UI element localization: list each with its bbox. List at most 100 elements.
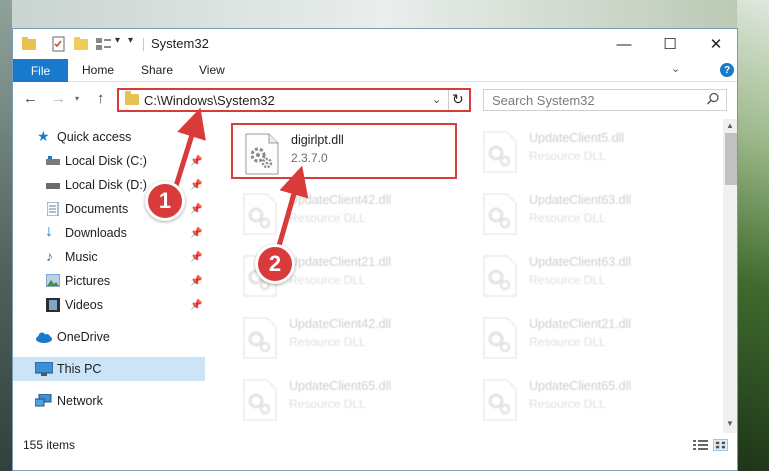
refresh-icon[interactable]: ↻ <box>452 91 464 108</box>
navigation-pane: ★ Quick access Local Disk (C:) 📌 Local D… <box>13 119 209 433</box>
maximize-button[interactable]: ☐ <box>647 29 693 59</box>
new-folder-icon[interactable] <box>73 36 89 52</box>
sidebar-item-label: Local Disk (D:) <box>65 178 147 192</box>
sidebar-item-label: Local Disk (C:) <box>65 154 147 168</box>
file-item-digirlpt-dll[interactable]: digirlpt.dll 2.3.7.0 <box>231 123 457 179</box>
file-type: Resource DLL <box>289 335 366 349</box>
sidebar-item-label: This PC <box>57 362 102 376</box>
address-bar[interactable]: C:\Windows\System32 ⌄ ↻ <box>117 88 471 112</box>
desktop-wallpaper-right <box>737 0 769 471</box>
pin-icon[interactable]: 📌 <box>190 252 202 263</box>
pictures-icon <box>46 274 60 287</box>
dll-file-icon <box>243 317 277 359</box>
pin-icon[interactable]: 📌 <box>190 228 202 239</box>
file-explorer-window: ▾ ▾ System32 — ☐ ✕ File Home Share View … <box>12 28 738 471</box>
dll-file-icon <box>245 133 279 175</box>
dll-file-icon <box>243 193 277 235</box>
file-type: Resource DLL <box>529 149 606 163</box>
scroll-up-icon[interactable]: ▲ <box>726 121 734 130</box>
file-item[interactable]: UpdateClient65.dll Resource DLL <box>231 371 457 427</box>
title-separator <box>143 38 144 51</box>
file-type: Resource DLL <box>289 397 366 411</box>
sidebar-item-local-disk-c[interactable]: Local Disk (C:) 📌 <box>13 149 205 173</box>
music-icon: ♪ <box>46 248 53 264</box>
pin-icon[interactable]: 📌 <box>190 276 202 287</box>
quick-access-down-icon[interactable]: ▾ <box>128 35 133 46</box>
file-item[interactable]: UpdateClient63.dll Resource DLL <box>471 247 697 303</box>
back-arrow-icon[interactable]: ← <box>23 90 38 107</box>
minimize-button[interactable]: — <box>601 29 647 59</box>
file-name: UpdateClient63.dll <box>529 193 632 207</box>
up-arrow-icon[interactable]: ↑ <box>97 90 105 107</box>
help-icon[interactable]: ? <box>720 63 734 77</box>
pin-icon[interactable]: 📌 <box>190 156 202 167</box>
properties-icon[interactable] <box>51 36 67 52</box>
search-icon[interactable] <box>706 92 720 106</box>
file-version: 2.3.7.0 <box>291 151 328 165</box>
download-icon: ↓ <box>45 223 53 240</box>
dll-file-icon <box>483 379 517 421</box>
tab-view[interactable]: View <box>199 63 225 77</box>
pin-icon[interactable]: 📌 <box>190 300 202 311</box>
navigation-bar: ← → ▾ ↑ C:\Windows\System32 ⌄ ↻ Search S… <box>13 84 737 116</box>
file-item[interactable]: UpdateClient42.dll Resource DLL <box>231 309 457 365</box>
folder-icon <box>125 91 139 105</box>
sidebar-item-music[interactable]: ♪ Music 📌 <box>13 245 205 269</box>
sidebar-item-label: Pictures <box>65 274 111 288</box>
tab-home[interactable]: Home <box>82 63 114 77</box>
sidebar-item-quick-access[interactable]: ★ Quick access <box>13 125 205 149</box>
callout-1: 1 <box>145 181 185 221</box>
pin-icon[interactable]: 📌 <box>190 180 202 191</box>
drive-icon <box>46 183 60 189</box>
file-item[interactable]: UpdateClient63.dll Resource DLL <box>471 185 697 241</box>
file-name: digirlpt.dll <box>291 133 344 147</box>
details-view-icon[interactable] <box>693 439 708 451</box>
dll-file-icon <box>483 193 517 235</box>
tab-file[interactable]: File <box>13 59 68 82</box>
cloud-icon <box>36 332 52 343</box>
file-type: Resource DLL <box>289 211 366 225</box>
sidebar-item-pictures[interactable]: Pictures 📌 <box>13 269 205 293</box>
large-icons-view-icon[interactable] <box>713 439 728 451</box>
status-bar: 155 items <box>13 433 737 470</box>
file-name: UpdateClient42.dll <box>289 317 392 331</box>
file-name: UpdateClient21.dll <box>529 317 632 331</box>
star-icon: ★ <box>37 128 50 144</box>
address-history-icon[interactable]: ⌄ <box>432 93 441 106</box>
forward-arrow-icon[interactable]: → <box>51 90 66 107</box>
sidebar-item-label: Downloads <box>65 226 127 240</box>
file-item[interactable]: UpdateClient21.dll Resource DLL <box>471 309 697 365</box>
sidebar-item-onedrive[interactable]: OneDrive <box>13 325 205 349</box>
drive-icon <box>46 156 60 165</box>
expand-ribbon-icon[interactable]: ⌄ <box>671 62 680 75</box>
file-item[interactable]: UpdateClient42.dll Resource DLL <box>231 185 457 241</box>
tab-share[interactable]: Share <box>141 63 173 77</box>
sidebar-item-downloads[interactable]: ↓ Downloads 📌 <box>13 221 205 245</box>
file-name: UpdateClient65.dll <box>289 379 392 393</box>
recent-locations-icon[interactable]: ▾ <box>75 94 79 103</box>
title-bar: ▾ ▾ System32 — ☐ ✕ <box>13 29 737 59</box>
vertical-scrollbar[interactable]: ▲ ▼ <box>723 119 737 433</box>
quick-access-dropdown-icon[interactable]: ▾ <box>115 35 120 46</box>
scroll-down-icon[interactable]: ▼ <box>726 419 734 428</box>
sidebar-item-this-pc[interactable]: This PC <box>13 357 205 381</box>
search-input[interactable]: Search System32 <box>483 89 727 111</box>
customize-toolbar-icon[interactable] <box>95 36 113 52</box>
scroll-thumb[interactable] <box>725 133 737 185</box>
sidebar-item-videos[interactable]: Videos 📌 <box>13 293 205 317</box>
close-button[interactable]: ✕ <box>693 29 737 59</box>
pin-icon[interactable]: 📌 <box>190 204 202 215</box>
file-item[interactable]: UpdateClient5.dll Resource DLL <box>471 123 697 179</box>
item-count: 155 items <box>23 438 76 452</box>
address-path[interactable]: C:\Windows\System32 <box>144 93 275 108</box>
file-type: Resource DLL <box>529 335 606 349</box>
file-name: UpdateClient5.dll <box>529 131 625 145</box>
file-item[interactable]: UpdateClient65.dll Resource DLL <box>471 371 697 427</box>
sidebar-item-network[interactable]: Network <box>13 389 205 413</box>
sidebar-item-label: Network <box>57 394 103 408</box>
folder-icon <box>22 37 36 50</box>
sidebar-item-label: Videos <box>65 298 103 312</box>
file-name: UpdateClient65.dll <box>529 379 632 393</box>
sidebar-item-label: Music <box>65 250 98 264</box>
file-type: Resource DLL <box>529 397 606 411</box>
